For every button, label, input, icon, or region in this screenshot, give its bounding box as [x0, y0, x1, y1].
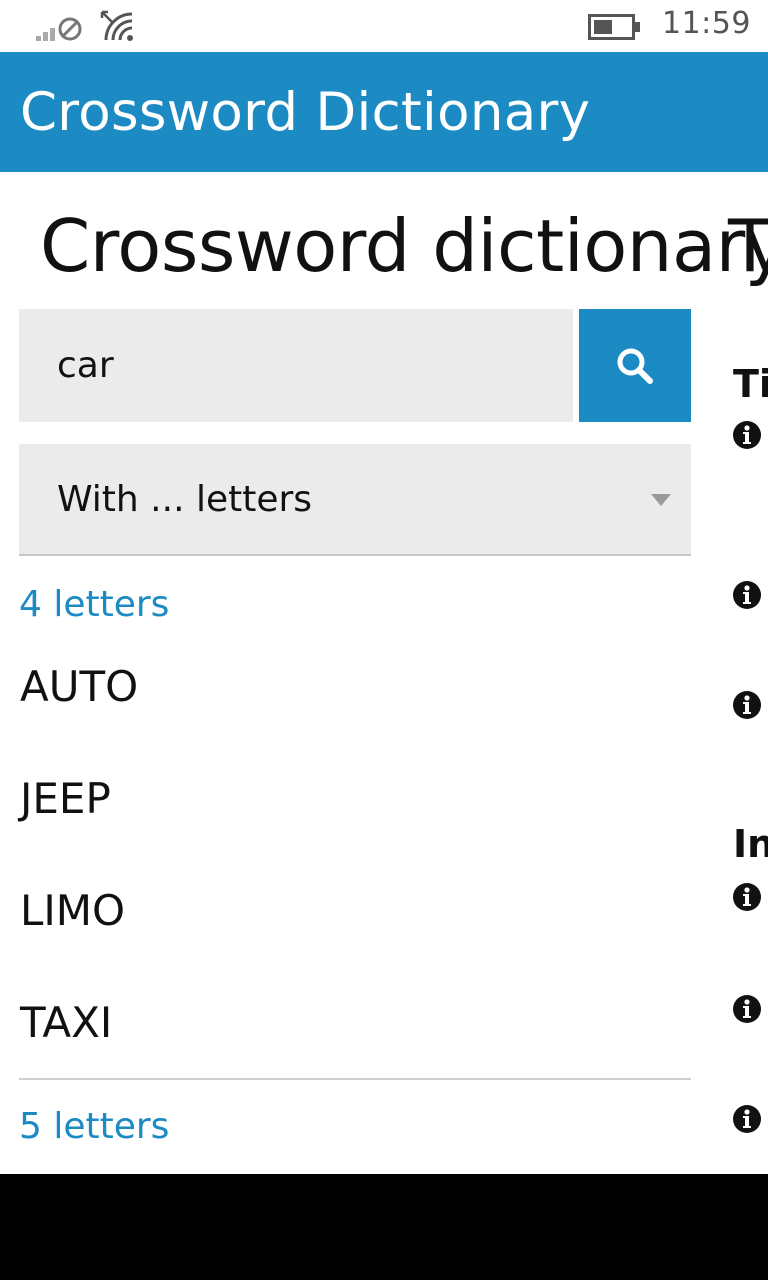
group-divider — [19, 1078, 691, 1080]
signal-icon — [36, 17, 82, 41]
group-header-5-letters: 5 letters — [19, 1106, 170, 1147]
search-input-value: car — [57, 345, 114, 386]
info-icon[interactable] — [732, 1104, 762, 1134]
search-button[interactable] — [579, 309, 691, 422]
info-icon[interactable] — [732, 994, 762, 1024]
side-section-label: In — [733, 822, 768, 866]
next-section-heading-peek[interactable]: T — [728, 204, 768, 288]
word-item[interactable]: AUTO — [20, 662, 138, 711]
search-icon — [617, 348, 653, 384]
word-item[interactable]: JEEP — [20, 774, 111, 823]
info-icon[interactable] — [732, 580, 762, 610]
info-icon[interactable] — [732, 882, 762, 912]
wifi-icon — [100, 10, 133, 41]
side-section-label: Ti — [733, 362, 768, 406]
group-header-4-letters: 4 letters — [19, 584, 170, 625]
battery-icon — [588, 14, 640, 40]
word-item[interactable]: TAXI — [20, 998, 112, 1047]
page-title: Crossword dictionary — [40, 204, 768, 288]
status-bar: 11:59 — [0, 0, 768, 52]
word-item[interactable]: LIMO — [20, 886, 125, 935]
app-bar: Crossword Dictionary — [0, 52, 768, 172]
chevron-down-icon — [651, 494, 671, 506]
info-icon[interactable] — [732, 690, 762, 720]
letter-count-select[interactable]: With ... letters — [19, 444, 691, 556]
status-time: 11:59 — [662, 6, 751, 41]
info-icon[interactable] — [732, 420, 762, 450]
app-title: Crossword Dictionary — [20, 82, 591, 143]
system-nav-bar — [0, 1174, 768, 1280]
search-input[interactable]: car — [19, 309, 573, 422]
letter-count-select-value: With ... letters — [57, 478, 313, 520]
